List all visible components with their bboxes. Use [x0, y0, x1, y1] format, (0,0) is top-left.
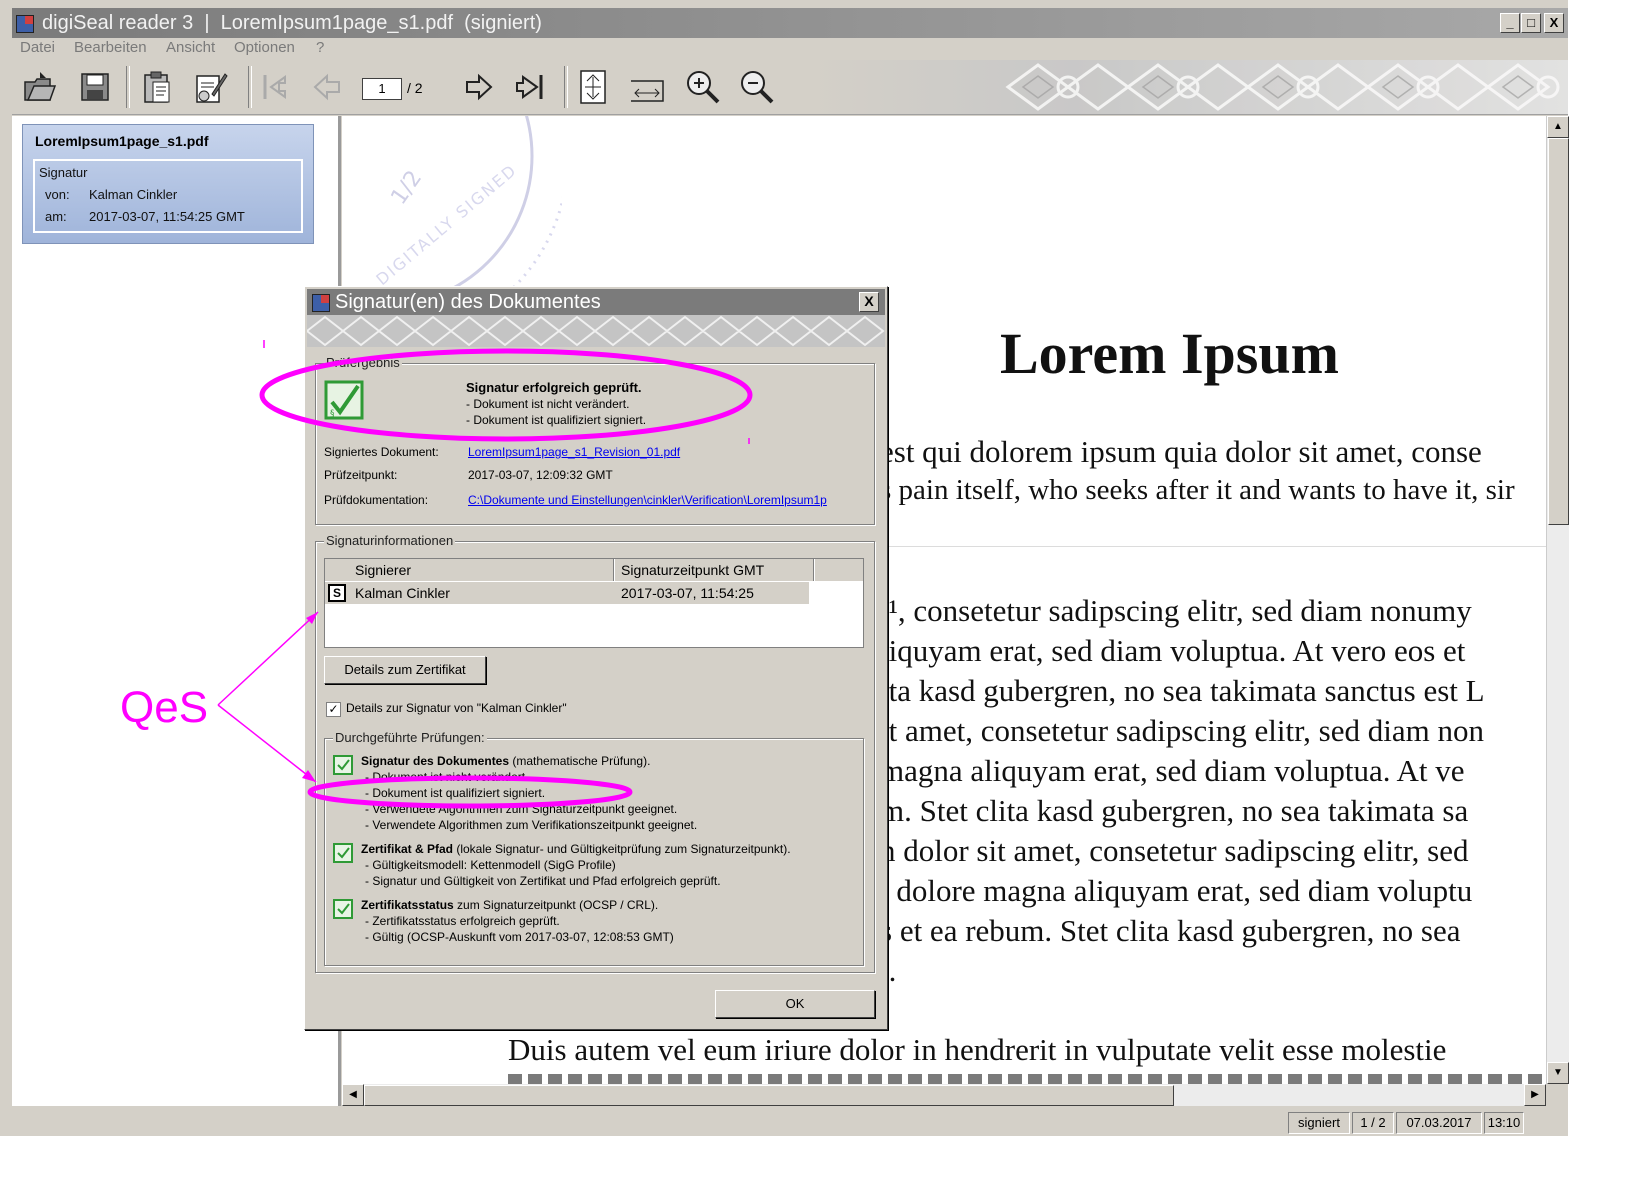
- annotation-label: QeS: [120, 683, 208, 732]
- annotation-overlay: QeS: [120, 340, 753, 809]
- annotation-ellipse-qualified: [307, 775, 633, 809]
- annotation-ellipse-result: [259, 348, 753, 442]
- annotation-arrow-check: [217, 704, 317, 783]
- annotation-arrow-table: [217, 611, 319, 706]
